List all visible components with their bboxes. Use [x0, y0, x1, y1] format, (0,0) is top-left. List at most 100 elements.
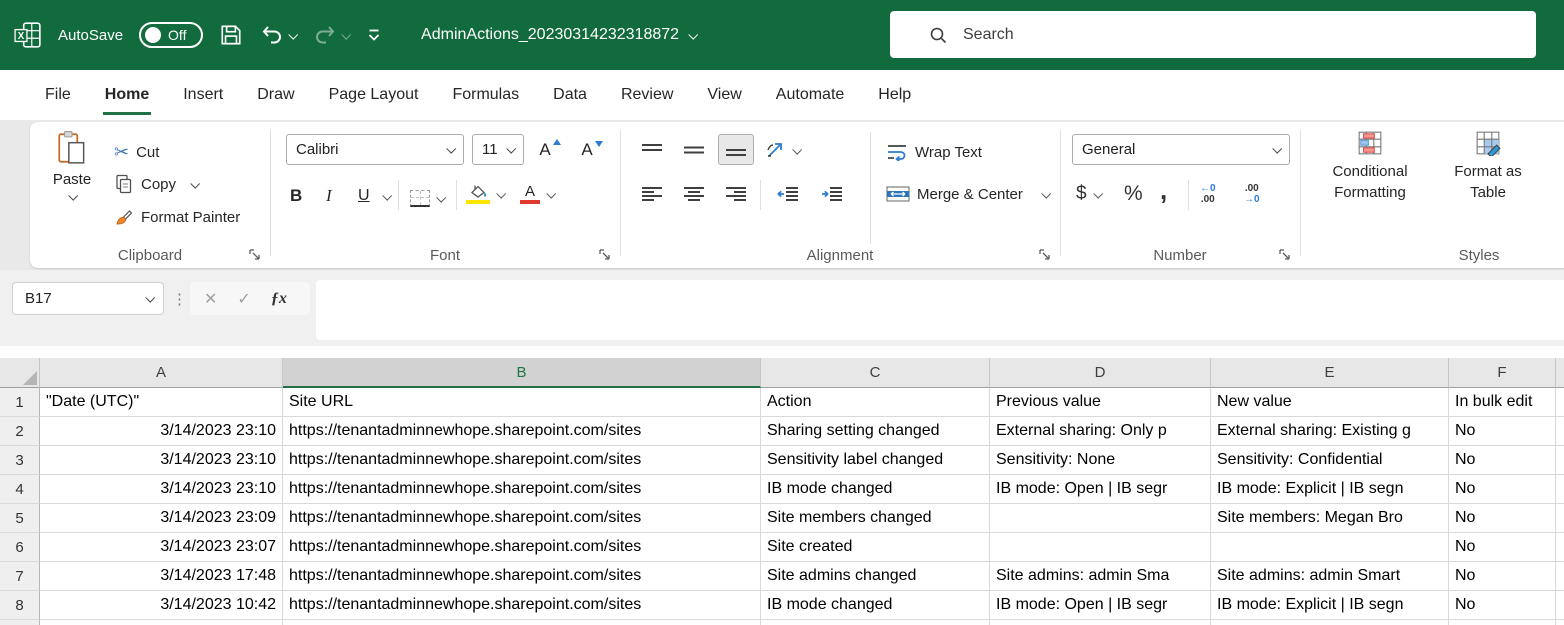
- cell-a2[interactable]: 3/14/2023 23:10: [40, 417, 283, 446]
- column-header-b-selected[interactable]: B: [283, 358, 761, 388]
- cell-a4[interactable]: 3/14/2023 23:10: [40, 475, 283, 504]
- tab-file[interactable]: File: [28, 70, 88, 120]
- row-header-8[interactable]: 8: [0, 591, 40, 620]
- cell-e4[interactable]: IB mode: Explicit | IB segn: [1211, 475, 1449, 504]
- cell-b1[interactable]: Site URL: [283, 388, 761, 417]
- align-left-button[interactable]: [634, 178, 670, 209]
- format-painter-button[interactable]: Format Painter: [114, 203, 240, 231]
- search-input[interactable]: [963, 26, 1463, 44]
- clipboard-dialog-launcher[interactable]: [248, 248, 262, 262]
- column-header-a[interactable]: A: [40, 358, 283, 388]
- cell-a8[interactable]: 3/14/2023 10:42: [40, 591, 283, 620]
- cell-f8[interactable]: No: [1449, 591, 1556, 620]
- copy-dropdown-chevron-icon[interactable]: [190, 178, 200, 188]
- cell-g2[interactable]: [1556, 417, 1564, 446]
- cell-styles-button[interactable]: Cell Styles: [1544, 130, 1564, 203]
- align-right-button[interactable]: [718, 178, 754, 209]
- row-header-1[interactable]: 1: [0, 388, 40, 417]
- cell-b4[interactable]: https://tenantadminnewhope.sharepoint.co…: [283, 475, 761, 504]
- cell-e2[interactable]: External sharing: Existing g: [1211, 417, 1449, 446]
- cell-f4[interactable]: No: [1449, 475, 1556, 504]
- merge-center-chevron-icon[interactable]: [1041, 188, 1051, 198]
- formula-input[interactable]: [316, 280, 1564, 340]
- decrease-font-size-button[interactable]: A: [574, 134, 610, 165]
- tab-page-layout[interactable]: Page Layout: [312, 70, 436, 120]
- format-as-table-button[interactable]: Format as Table: [1440, 130, 1536, 203]
- row-header-7[interactable]: 7: [0, 562, 40, 591]
- cell-c1[interactable]: Action: [761, 388, 990, 417]
- cell-b5[interactable]: https://tenantadminnewhope.sharepoint.co…: [283, 504, 761, 533]
- redo-button[interactable]: [312, 23, 349, 47]
- alignment-dialog-launcher[interactable]: [1038, 248, 1052, 262]
- number-dialog-launcher[interactable]: [1278, 248, 1292, 262]
- tab-help[interactable]: Help: [861, 70, 928, 120]
- borders-button[interactable]: [410, 184, 444, 212]
- tab-draw[interactable]: Draw: [240, 70, 311, 120]
- cut-button[interactable]: ✂ Cut: [114, 138, 159, 166]
- cell-e6[interactable]: [1211, 533, 1449, 562]
- row-header-5[interactable]: 5: [0, 504, 40, 533]
- cell-g1[interactable]: [1556, 388, 1564, 417]
- cell-c6[interactable]: Site created: [761, 533, 990, 562]
- decrease-decimal-button[interactable]: .00 →0: [1244, 180, 1260, 208]
- cell-c3[interactable]: Sensitivity label changed: [761, 446, 990, 475]
- cell-d4[interactable]: IB mode: Open | IB segr: [990, 475, 1211, 504]
- tab-data[interactable]: Data: [536, 70, 604, 120]
- select-all-button[interactable]: [0, 358, 40, 388]
- cell-f2[interactable]: No: [1449, 417, 1556, 446]
- tab-automate[interactable]: Automate: [759, 70, 861, 120]
- cell-b3[interactable]: https://tenantadminnewhope.sharepoint.co…: [283, 446, 761, 475]
- cell-d8[interactable]: IB mode: Open | IB segr: [990, 591, 1211, 620]
- tab-home[interactable]: Home: [88, 70, 166, 120]
- font-color-button[interactable]: A: [520, 180, 554, 208]
- row-header-4[interactable]: 4: [0, 475, 40, 504]
- column-header-d[interactable]: D: [990, 358, 1211, 388]
- increase-decimal-button[interactable]: ←0 .00: [1200, 180, 1216, 208]
- bottom-align-button[interactable]: [718, 134, 754, 165]
- cell-g5[interactable]: [1556, 504, 1564, 533]
- autosave-toggle[interactable]: Off: [139, 22, 203, 48]
- save-button[interactable]: [219, 23, 243, 47]
- cell-b2[interactable]: https://tenantadminnewhope.sharepoint.co…: [283, 417, 761, 446]
- conditional-formatting-button[interactable]: Conditional Formatting: [1306, 130, 1434, 203]
- cell-c5[interactable]: Site members changed: [761, 504, 990, 533]
- row-header-2[interactable]: 2: [0, 417, 40, 446]
- cell-f1[interactable]: In bulk edit: [1449, 388, 1556, 417]
- tab-review[interactable]: Review: [604, 70, 690, 120]
- cell-g3[interactable]: [1556, 446, 1564, 475]
- font-color-chevron-icon[interactable]: [546, 188, 556, 198]
- copy-button[interactable]: Copy: [114, 170, 198, 198]
- cell-d2[interactable]: External sharing: Only p: [990, 417, 1211, 446]
- font-dialog-launcher[interactable]: [598, 248, 612, 262]
- cell-d1[interactable]: Previous value: [990, 388, 1211, 417]
- cancel-icon[interactable]: ✕: [204, 289, 217, 309]
- quick-access-toolbar-button[interactable]: [365, 27, 383, 43]
- column-header-e[interactable]: E: [1211, 358, 1449, 388]
- merge-center-button[interactable]: Merge & Center: [886, 180, 1049, 208]
- orientation-button[interactable]: [766, 136, 800, 164]
- italic-button[interactable]: I: [326, 182, 332, 210]
- cell-b8[interactable]: https://tenantadminnewhope.sharepoint.co…: [283, 591, 761, 620]
- cell-f6[interactable]: No: [1449, 533, 1556, 562]
- cell-g8[interactable]: [1556, 591, 1564, 620]
- column-header-g-partial[interactable]: [1556, 358, 1564, 388]
- align-center-button[interactable]: [676, 178, 712, 209]
- orientation-chevron-icon[interactable]: [792, 144, 802, 154]
- cell-a6[interactable]: 3/14/2023 23:07: [40, 533, 283, 562]
- cell-f7[interactable]: No: [1449, 562, 1556, 591]
- cell-c7[interactable]: Site admins changed: [761, 562, 990, 591]
- top-align-button[interactable]: [634, 134, 670, 165]
- wrap-text-button[interactable]: Wrap Text: [886, 138, 982, 166]
- decrease-indent-button[interactable]: [770, 178, 806, 209]
- underline-chevron-icon[interactable]: [382, 190, 392, 200]
- cell-c8[interactable]: IB mode changed: [761, 591, 990, 620]
- name-box-chevron-icon[interactable]: [145, 293, 155, 303]
- redo-dropdown-chevron-icon[interactable]: [341, 29, 351, 39]
- column-header-c[interactable]: C: [761, 358, 990, 388]
- tab-formulas[interactable]: Formulas: [435, 70, 536, 120]
- underline-button[interactable]: U: [358, 182, 390, 210]
- insert-function-icon[interactable]: ƒx: [271, 290, 287, 308]
- cell-g7[interactable]: [1556, 562, 1564, 591]
- middle-align-button[interactable]: [676, 134, 712, 165]
- accounting-format-button[interactable]: $: [1076, 180, 1101, 208]
